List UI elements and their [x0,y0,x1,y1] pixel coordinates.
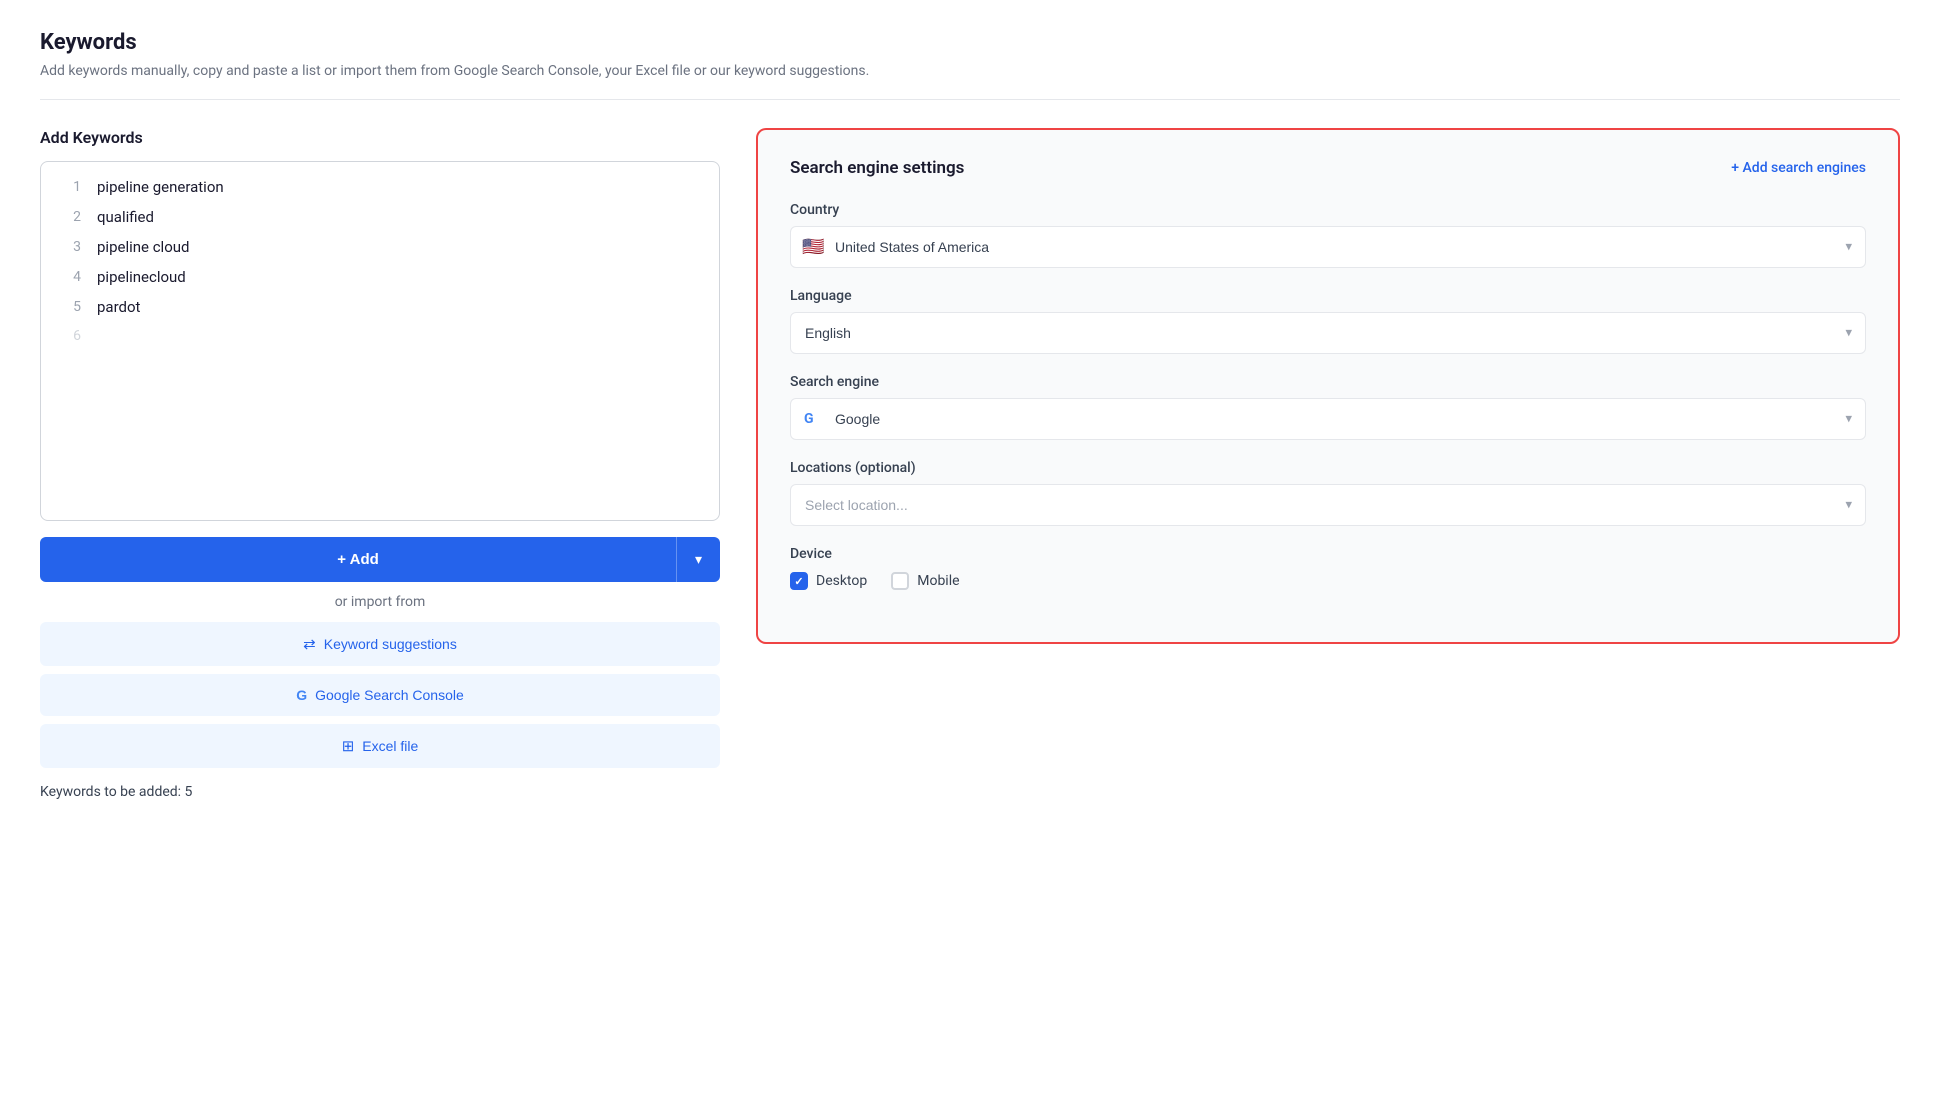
keyword-row-5: 5 pardot [57,298,703,316]
excel-icon: ⊞ [342,737,355,755]
search-engine-settings-panel: Search engine settings + Add search engi… [756,128,1900,644]
country-label: Country [790,202,1866,218]
keyword-row-2: 2 qualified [57,208,703,226]
keyword-row-6: 6 [57,328,703,344]
keywords-input-area[interactable]: 1 pipeline generation 2 qualified 3 pipe… [40,161,720,521]
search-engine-header: Search engine settings + Add search engi… [790,158,1866,178]
add-button-row: + Add ▾ [40,537,720,582]
keyword-suggestions-icon: ⇄ [303,635,316,653]
device-field-group: Device ✓ Desktop ✓ Mobile [790,546,1866,590]
add-button[interactable]: + Add [40,537,676,582]
mobile-checkbox[interactable]: ✓ [891,572,909,590]
device-options: ✓ Desktop ✓ Mobile [790,572,1866,590]
mobile-option[interactable]: ✓ Mobile [891,572,959,590]
chevron-down-icon: ▾ [695,551,702,568]
checkmark-icon: ✓ [794,575,803,588]
keyword-row-4: 4 pipelinecloud [57,268,703,286]
search-engine-field-group: Search engine G Google ▾ [790,374,1866,440]
country-select-wrapper: 🇺🇸 United States of America ▾ [790,226,1866,268]
add-dropdown-button[interactable]: ▾ [676,537,720,582]
page-subtitle: Add keywords manually, copy and paste a … [40,63,1900,79]
locations-field-group: Locations (optional) Select location... … [790,460,1866,526]
device-label: Device [790,546,1866,562]
language-field-group: Language English ▾ [790,288,1866,354]
language-select-wrapper: English ▾ [790,312,1866,354]
keyword-row-1: 1 pipeline generation [57,178,703,196]
search-engine-settings-title: Search engine settings [790,158,964,178]
desktop-label: Desktop [816,573,867,589]
locations-label: Locations (optional) [790,460,1866,476]
google-icon: G [296,687,307,703]
desktop-option[interactable]: ✓ Desktop [790,572,867,590]
divider [40,99,1900,100]
country-field-group: Country 🇺🇸 United States of America ▾ [790,202,1866,268]
language-select[interactable]: English [790,312,1866,354]
language-label: Language [790,288,1866,304]
search-engine-select[interactable]: Google [790,398,1866,440]
or-import-label: or import from [40,594,720,610]
excel-file-button[interactable]: ⊞ Excel file [40,724,720,768]
add-keywords-title: Add Keywords [40,128,720,147]
page-title: Keywords [40,30,1900,55]
add-search-engines-link[interactable]: + Add search engines [1731,160,1866,176]
country-select[interactable]: United States of America [790,226,1866,268]
keyword-row-3: 3 pipeline cloud [57,238,703,256]
search-engine-label: Search engine [790,374,1866,390]
keyword-suggestions-button[interactable]: ⇄ Keyword suggestions [40,622,720,666]
mobile-label: Mobile [917,573,959,589]
keywords-count: Keywords to be added: 5 [40,784,720,800]
google-search-console-button[interactable]: G Google Search Console [40,674,720,716]
desktop-checkbox[interactable]: ✓ [790,572,808,590]
search-engine-select-wrapper: G Google ▾ [790,398,1866,440]
locations-select[interactable]: Select location... [790,484,1866,526]
locations-select-wrapper: Select location... ▾ [790,484,1866,526]
left-panel: Add Keywords 1 pipeline generation 2 qua… [40,128,720,800]
